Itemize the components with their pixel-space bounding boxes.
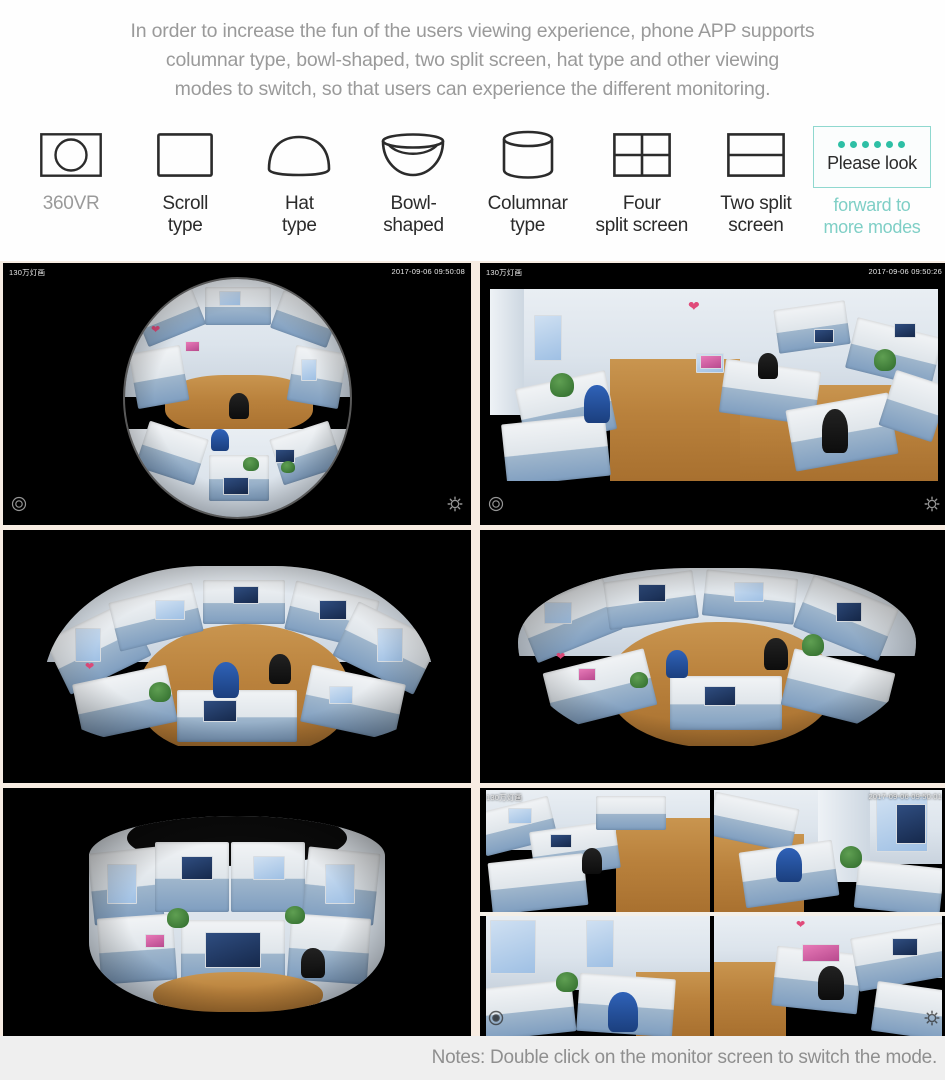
mode-label-four-split-screen: Four split screen (595, 193, 689, 237)
two-split-screen-icon (727, 126, 785, 184)
mode-item-two-split-screen[interactable]: Two split screen (699, 118, 813, 237)
panel-osd-timestamp: 2017-09-06 09:50:26 (868, 267, 942, 276)
teaser-main-text: Please look (827, 152, 917, 173)
intro-paragraph: In order to increase the fun of the user… (0, 0, 945, 120)
compass-icon[interactable] (488, 1010, 504, 1031)
panel-osd-label: 130万灯画 (486, 793, 523, 802)
product-feature-page: In order to increase the fun of the user… (0, 0, 945, 1080)
scroll-type-icon (157, 126, 214, 184)
mode-label-hat-type: Hat type (281, 193, 317, 237)
viewing-mode-list: 360VR Scroll type Hat type Bowl- shaped … (0, 118, 945, 261)
panel-scroll-type[interactable]: ❤ 130万灯画 2017-09-06 09:50:26 (480, 263, 945, 525)
mode-label-bowl-shaped: Bowl-shaped (383, 193, 444, 237)
mode-item-four-split-screen[interactable]: Four split screen (585, 118, 699, 237)
mode-label-two-split-screen: Two split screen (720, 193, 792, 237)
mode-item-bowl-shaped[interactable]: Bowl-shaped (356, 118, 470, 237)
compass-icon[interactable] (488, 496, 504, 517)
panel-osd-timestamp: 2017-09-06 09:50:08 (391, 267, 465, 276)
teaser-dot (850, 140, 858, 148)
mode-label-360vr: 360VR (42, 193, 100, 214)
four-split-screen-icon (612, 126, 671, 184)
hat-type-icon (266, 126, 332, 184)
panel-osd-timestamp: 2017-09-06 09:50:01 (868, 792, 942, 801)
more-modes-teaser: Please look forward to more modes (812, 118, 931, 239)
panel-bowl-shaped[interactable]: ❤ (480, 530, 945, 783)
panel-four-split-screen[interactable]: ❤ 130万灯画 2017-09-06 09:50:01 (480, 788, 945, 1039)
mode-label-columnar-type: Columnar type (487, 193, 568, 237)
intro-line-1: In order to increase the fun of the user… (130, 19, 815, 42)
footer-bar: Notes: Double click on the monitor scree… (0, 1036, 945, 1080)
teaser-dot (898, 140, 906, 148)
bowl-shaped-icon (380, 126, 446, 184)
mode-item-scroll-type[interactable]: Scroll type (128, 118, 242, 237)
gear-icon[interactable] (447, 496, 463, 517)
mode-item-360vr[interactable]: 360VR (14, 118, 128, 215)
teaser-dot (862, 140, 870, 148)
teaser-dot (838, 140, 846, 148)
gear-icon[interactable] (924, 1010, 940, 1031)
panel-columnar-type[interactable] (3, 788, 471, 1039)
panel-360vr[interactable]: ❤ 130万灯画 2017-09-06 09:50:08 (3, 263, 471, 525)
mode-label-scroll-type: Scroll type (162, 193, 209, 237)
panel-hat-type[interactable]: ❤ (3, 530, 471, 783)
gear-icon[interactable] (924, 496, 940, 517)
teaser-box: Please look (812, 126, 931, 188)
compass-icon[interactable] (11, 496, 27, 517)
panel-osd-label: 130万灯画 (9, 268, 46, 277)
panel-osd-label: 130万灯画 (486, 268, 523, 277)
video-preview-grid: ❤ 130万灯画 2017-09-06 09:50:08 ❤ 130万灯画 20… (0, 261, 945, 1039)
mode-item-columnar-type[interactable]: Columnar type (471, 118, 585, 237)
teaser-dots (838, 140, 906, 148)
360vr-icon (40, 126, 102, 184)
columnar-type-icon (500, 126, 556, 184)
teaser-dot (874, 140, 882, 148)
teaser-dot (886, 140, 894, 148)
footer-note: Notes: Double click on the monitor scree… (431, 1047, 938, 1068)
mode-item-hat-type[interactable]: Hat type (242, 118, 356, 237)
intro-line-3: modes to switch, so that users can exper… (174, 77, 771, 100)
intro-line-2: columnar type, bowl-shaped, two split sc… (165, 48, 780, 71)
teaser-sub-text: forward to more modes (823, 195, 921, 237)
